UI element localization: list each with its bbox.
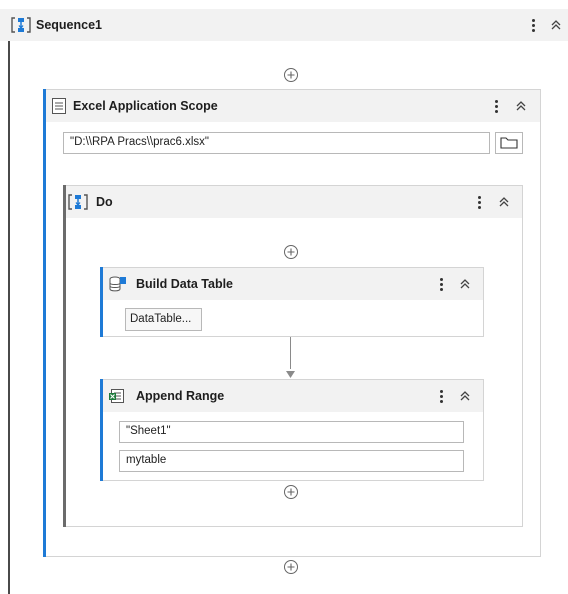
build-data-table-header[interactable]: Build Data Table [100, 268, 483, 300]
excel-scope-icon [52, 98, 66, 114]
excel-scope-accent [43, 89, 46, 557]
do-header[interactable]: Do [63, 186, 522, 218]
more-vertical-icon[interactable] [526, 15, 540, 35]
folder-icon[interactable] [495, 132, 523, 154]
datatable-button[interactable]: DataTable... [125, 308, 202, 331]
sheet-name-field[interactable]: "Sheet1" [119, 421, 464, 443]
more-vertical-icon[interactable] [489, 96, 503, 116]
chevron-double-up-icon[interactable] [458, 277, 472, 291]
build-data-table-accent [100, 267, 103, 337]
sequence-icon [68, 193, 88, 211]
more-vertical-icon[interactable] [434, 274, 448, 294]
append-range-header[interactable]: Append Range [100, 380, 483, 412]
do-rail [63, 185, 66, 527]
add-activity-icon[interactable] [283, 67, 299, 83]
chevron-double-up-icon[interactable] [549, 18, 563, 32]
data-table-field[interactable]: mytable [119, 450, 464, 472]
append-range-accent [100, 379, 103, 481]
more-vertical-icon[interactable] [472, 192, 486, 212]
more-vertical-icon[interactable] [434, 386, 448, 406]
sequence-title: Sequence1 [36, 18, 103, 32]
add-activity-icon[interactable] [283, 244, 299, 260]
workbook-path-field[interactable]: "D:\\RPA Pracs\\prac6.xlsx" [63, 132, 490, 154]
sequence-rail [8, 41, 10, 594]
excel-append-icon [109, 388, 125, 404]
append-range-title: Append Range [136, 389, 225, 403]
build-data-table-title: Build Data Table [136, 277, 234, 291]
excel-scope-title: Excel Application Scope [73, 99, 218, 113]
chevron-double-up-icon[interactable] [514, 99, 528, 113]
chevron-double-up-icon[interactable] [458, 389, 472, 403]
flow-connector [290, 337, 291, 369]
sequence-header[interactable]: Sequence1 [0, 9, 568, 41]
chevron-double-up-icon[interactable] [497, 195, 511, 209]
do-title: Do [96, 195, 113, 209]
add-activity-icon[interactable] [283, 484, 299, 500]
arrow-down-icon [286, 368, 296, 378]
excel-scope-header[interactable]: Excel Application Scope [43, 90, 540, 122]
data-table-icon [109, 276, 127, 292]
add-activity-icon[interactable] [283, 559, 299, 575]
sequence-icon [11, 16, 31, 34]
